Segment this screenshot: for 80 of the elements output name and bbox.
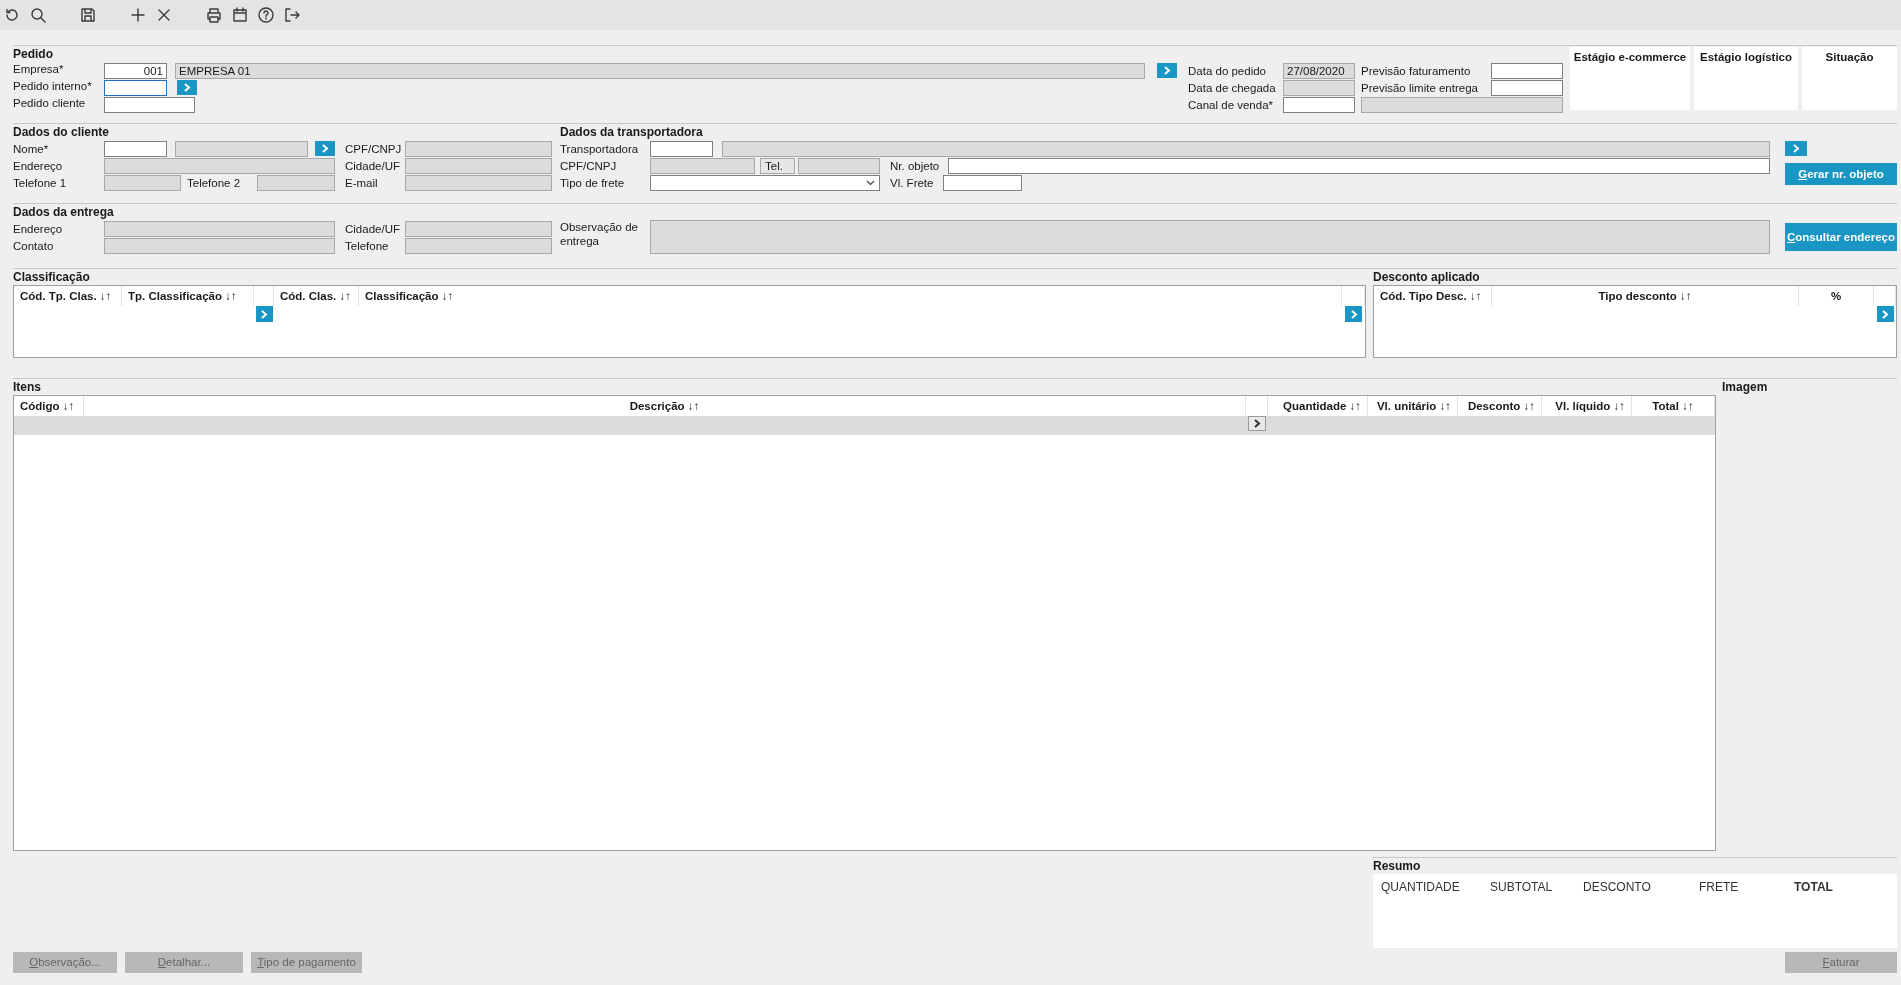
field-label: Observação de entrega	[560, 220, 639, 248]
chevron-icon	[1253, 419, 1261, 428]
summary-label: TOTAL	[1794, 880, 1834, 894]
column-header[interactable]: Cód. Clas. ↓↑	[274, 286, 359, 306]
field-label: Pedido cliente	[13, 96, 87, 111]
field-label: Previsão faturamento	[1361, 64, 1472, 77]
input-field[interactable]	[104, 79, 167, 96]
input-field[interactable]	[1283, 96, 1355, 113]
input-field[interactable]	[650, 140, 713, 157]
summary-label: QUANTIDADE	[1381, 880, 1461, 894]
column-header[interactable]: Cód. Tipo Desc. ↓↑	[1374, 286, 1492, 306]
field-label: Vl. Frete	[890, 176, 935, 189]
column-header[interactable]: Tp. Classificação ↓↑	[122, 286, 254, 306]
section-title: Dados da transportadora	[560, 125, 704, 140]
field-label: Canal de venda*	[1188, 98, 1275, 111]
section-title: Imagem	[1722, 380, 1768, 395]
field-label: E-mail	[345, 176, 379, 189]
panel-title: Estágio e-commerce	[1573, 51, 1687, 63]
field-label: Endereço	[13, 222, 64, 235]
field-label: Previsão limite entrega	[1361, 81, 1479, 94]
section-title: Resumo	[1373, 859, 1422, 874]
column-header[interactable]: Tipo desconto ↓↑	[1492, 286, 1799, 306]
section-title: Dados da entrega	[13, 205, 115, 220]
field-label: Transportadora	[560, 142, 640, 155]
search-icon[interactable]	[29, 6, 47, 24]
column-header[interactable]: %	[1799, 286, 1874, 306]
field-label: Nr. objeto	[890, 159, 941, 172]
input-field[interactable]	[1491, 79, 1563, 96]
table-cell	[14, 416, 84, 435]
section-title: Classificação	[13, 270, 91, 285]
field-label: Telefone	[345, 239, 390, 252]
chevron-icon	[1163, 65, 1171, 75]
field-label: CPF/CNPJ	[345, 142, 403, 155]
field-label: Contato	[13, 239, 55, 252]
input-field[interactable]	[943, 174, 1022, 191]
field-label: Cidade/UF	[345, 222, 401, 235]
input-field[interactable]: 001	[104, 62, 167, 79]
section-title: Itens	[13, 380, 42, 395]
field-label: Telefone 2	[187, 176, 242, 189]
printer-icon[interactable]	[205, 6, 223, 24]
summary-label: FRETE	[1699, 880, 1740, 894]
column-header[interactable]: Cód. Tp. Clas. ↓↑	[14, 286, 122, 306]
chevron-icon	[321, 144, 329, 153]
input-field[interactable]	[104, 96, 195, 113]
section-title: Dados do cliente	[13, 125, 111, 140]
field-label: Cidade/UF	[345, 159, 401, 172]
field-label: Tipo de frete	[560, 176, 626, 189]
plus-icon[interactable]	[129, 6, 147, 24]
field-label: CPF/CNPJ	[560, 159, 618, 172]
field-label: Empresa*	[13, 62, 65, 77]
section-title: Pedido	[13, 47, 54, 62]
exit-icon[interactable]	[283, 6, 301, 24]
chevron-icon	[183, 82, 191, 92]
summary-label: SUBTOTAL	[1490, 880, 1554, 894]
field-label: Nome*	[13, 142, 50, 155]
field-label: Data do pedido	[1188, 64, 1267, 77]
save-icon[interactable]	[79, 6, 97, 24]
section-title: Desconto aplicado	[1373, 270, 1481, 285]
field-label: Tel.	[760, 157, 795, 174]
chevron-down-icon	[866, 179, 875, 186]
chevron-icon	[260, 309, 268, 319]
input-field[interactable]	[1491, 62, 1563, 79]
column-header[interactable]: Classificação ↓↑	[359, 286, 1342, 306]
lookup-button[interactable]	[1248, 416, 1266, 431]
summary-label: DESCONTO	[1583, 880, 1652, 894]
chevron-icon	[1792, 144, 1800, 153]
field-label: Endereço	[13, 159, 64, 172]
field-label: Telefone 1	[13, 176, 68, 189]
field-label: Pedido interno*	[13, 79, 93, 94]
chevron-icon	[1881, 309, 1889, 319]
input-field[interactable]	[948, 157, 1770, 174]
help-icon[interactable]	[257, 6, 275, 24]
input-field[interactable]	[104, 140, 167, 157]
calendar-icon[interactable]	[231, 6, 249, 24]
chevron-icon	[1349, 309, 1358, 319]
panel-title: Situação	[1825, 51, 1874, 63]
field-label: Data de chegada	[1188, 81, 1277, 94]
dropdown-field[interactable]	[650, 174, 880, 191]
panel-title: Estágio logístico	[1700, 51, 1792, 63]
undo-icon[interactable]	[3, 6, 21, 24]
